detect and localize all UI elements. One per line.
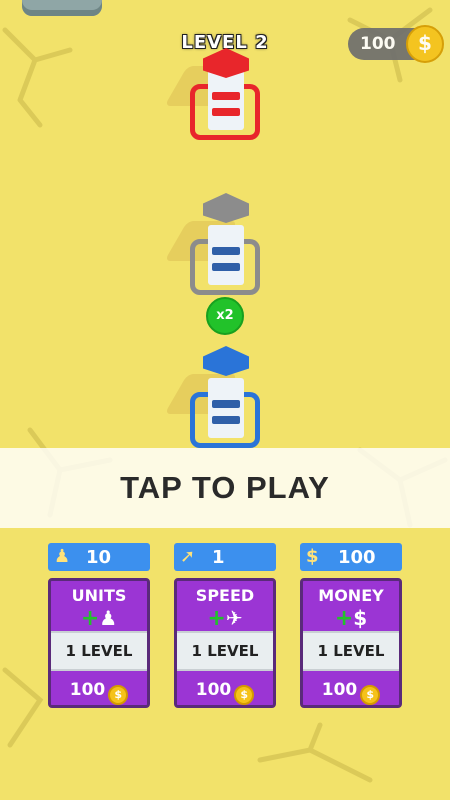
coin-icon: $ — [360, 685, 381, 705]
units-upgrade-button[interactable]: UNITS +♟ 1 LEVEL 100 $ — [48, 578, 150, 708]
money-level: 1 LEVEL — [303, 631, 399, 671]
money-upgrade-button[interactable]: MONEY +$ 1 LEVEL 100 $ — [300, 578, 402, 708]
person-icon: ♟ — [54, 546, 71, 567]
coin-icon: $ — [406, 25, 444, 63]
speed-level: 1 LEVEL — [177, 631, 273, 671]
tower-roof — [203, 193, 249, 223]
neutral-tower[interactable] — [164, 185, 266, 295]
speed-cost: 100 $ — [177, 671, 273, 705]
rock — [22, 0, 102, 16]
player-tower[interactable] — [164, 338, 266, 448]
add-speed-icon: +✈ — [207, 606, 243, 631]
coin-counter: 100 $ — [348, 25, 444, 63]
speed-upgrade-button[interactable]: SPEED +✈ 1 LEVEL 100 $ — [174, 578, 276, 708]
tower-roof — [203, 346, 249, 376]
coin-icon: $ — [234, 685, 255, 705]
coin-icon: $ — [108, 685, 129, 705]
enemy-tower[interactable] — [164, 30, 266, 140]
money-value: 100 — [338, 547, 376, 568]
units-level: 1 LEVEL — [51, 631, 147, 671]
speed-value: 1 — [212, 547, 225, 568]
multiplier-badge[interactable]: x2 — [206, 297, 244, 335]
upgrade-units: ♟ 10 UNITS +♟ 1 LEVEL 100 $ — [48, 543, 150, 708]
units-stat: ♟ 10 — [48, 543, 150, 571]
money-title: MONEY — [318, 586, 384, 605]
tap-to-play-banner[interactable]: TAP TO PLAY — [0, 448, 450, 528]
speed-stat: ➚ 1 — [174, 543, 276, 571]
money-cost: 100 $ — [303, 671, 399, 705]
tap-to-play-label: TAP TO PLAY — [120, 470, 330, 505]
runner-icon: ➚ — [180, 546, 196, 567]
money-stat: $ 100 — [300, 543, 402, 571]
units-title: UNITS — [71, 586, 127, 605]
upgrade-speed: ➚ 1 SPEED +✈ 1 LEVEL 100 $ — [174, 543, 276, 708]
add-money-icon: +$ — [334, 606, 368, 631]
dollar-icon: $ — [306, 546, 319, 567]
units-cost: 100 $ — [51, 671, 147, 705]
coin-count: 100 — [360, 34, 396, 54]
speed-title: SPEED — [195, 586, 255, 605]
add-unit-icon: +♟ — [80, 606, 118, 631]
upgrade-money: $ 100 MONEY +$ 1 LEVEL 100 $ — [300, 543, 402, 708]
units-value: 10 — [86, 547, 112, 568]
ground-crack — [257, 722, 373, 783]
